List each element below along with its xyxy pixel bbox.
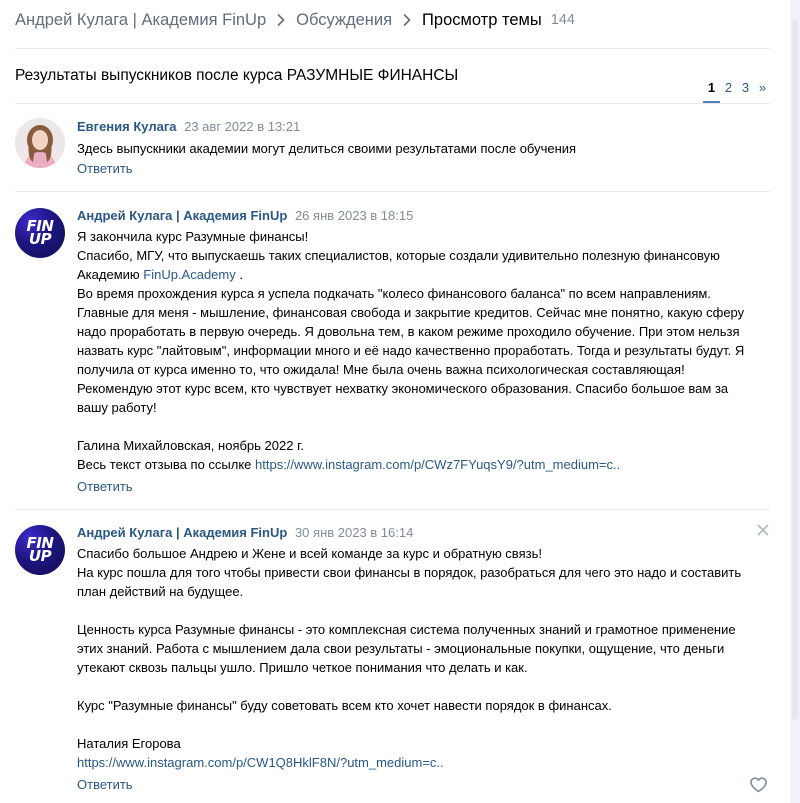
scrollbar-thumb[interactable] (792, 20, 798, 720)
post-text-line: назвать курс "лайтовым", информации мног… (77, 343, 745, 358)
divider (15, 191, 770, 192)
post-date[interactable]: 23 авг 2022 в 13:21 (184, 119, 300, 134)
divider (15, 103, 770, 104)
post-text-line: Главные для меня - мышление, финансовая … (77, 305, 745, 320)
post-text-line: Курс "Разумные финансы" буду советовать … (77, 698, 612, 713)
topic-panel: Андрей Кулага | Академия FinUp Обсуждени… (0, 0, 790, 803)
text-fragment: Весь текст отзыва по ссылке (77, 457, 256, 472)
finup-logo: FIN UP (26, 534, 54, 565)
post-author[interactable]: Евгения Кулага (77, 119, 176, 134)
text-fragment: . (235, 267, 243, 282)
instagram-link[interactable]: https://www.instagram.com/p/CW1Q8HklF8N/… (77, 753, 767, 772)
post-text: Спасибо большое Андрею и Жене и всей ком… (77, 544, 767, 772)
breadcrumb: Андрей Кулага | Академия FinUp Обсуждени… (15, 8, 575, 32)
post-text-line: Академию FinUp.Academy . (77, 265, 767, 284)
post-text: Я закончила курс Разумные финансы! Спаси… (77, 227, 767, 474)
post-header: Андрей Кулага | Академия FinUp 30 янв 20… (77, 525, 413, 540)
instagram-link[interactable]: https://www.instagram.com/p/CWz7FYuqsY9/… (255, 457, 620, 472)
post-text-line: Спасибо большое Андрею и Жене и всей ком… (77, 546, 542, 561)
post-date[interactable]: 26 янв 2023 в 18:15 (295, 208, 413, 223)
page-3[interactable]: 3 (737, 79, 754, 103)
breadcrumb-current: Просмотр темы (422, 10, 542, 29)
page-2[interactable]: 2 (720, 79, 737, 103)
chevron-right-icon (277, 14, 285, 26)
chevron-right-icon (403, 14, 411, 26)
post-text-line: надо проработать в первую очередь. Я дов… (77, 324, 740, 339)
page-1[interactable]: 1 (703, 79, 720, 103)
post-text: Здесь выпускники академии могут делиться… (77, 139, 767, 158)
post-author[interactable]: Андрей Кулага | Академия FinUp (77, 208, 287, 223)
post-text-line: На курс пошла для того чтобы привести св… (77, 565, 742, 580)
breadcrumb-community-link[interactable]: Андрей Кулага | Академия FinUp (15, 11, 266, 30)
post-text-line: Рекомендую этот курс всем, кто чувствует… (77, 381, 729, 396)
post-text-line: план действий на будущее. (77, 584, 244, 599)
avatar[interactable]: FIN UP (15, 208, 65, 258)
post-text-line: получила от курса именно то, что ожидала… (77, 362, 685, 377)
pagination: 1 2 3 » (703, 79, 771, 103)
post-text-line: Я закончила курс Разумные финансы! (77, 229, 309, 244)
post-author[interactable]: Андрей Кулага | Академия FinUp (77, 525, 287, 540)
avatar[interactable] (15, 118, 65, 168)
post-text-line: Ценность курса Разумные финансы - это ко… (77, 622, 736, 637)
finup-academy-link[interactable]: FinUp.Academy (143, 267, 235, 282)
reply-button[interactable]: Ответить (77, 777, 133, 792)
post-text-line: Весь текст отзыва по ссылке https://www.… (77, 455, 767, 474)
post-header: Евгения Кулага 23 авг 2022 в 13:21 (77, 119, 300, 134)
divider (15, 48, 770, 49)
reply-button[interactable]: Ответить (77, 161, 133, 176)
reply-button[interactable]: Ответить (77, 479, 133, 494)
post-text-line: Здесь выпускники академии могут делиться… (77, 141, 577, 156)
scrollbar[interactable] (790, 0, 800, 803)
avatar-photo (15, 118, 65, 168)
text-fragment: Академию (77, 267, 144, 282)
breadcrumb-discussions-link[interactable]: Обсуждения (296, 11, 392, 30)
post-text-line: Спасибо, МГУ, что выпускаешь таких специ… (77, 248, 720, 263)
post-text-line: Во время прохождения курса я успела подк… (77, 286, 711, 301)
post-text-line: этих знаний. Работа с мышлением дала сво… (77, 641, 725, 656)
post-date[interactable]: 30 янв 2023 в 16:14 (295, 525, 413, 540)
avatar[interactable]: FIN UP (15, 525, 65, 575)
posts-count: 144 (550, 12, 575, 28)
post-header: Андрей Кулага | Академия FinUp 26 янв 20… (77, 208, 413, 223)
heart-icon[interactable] (750, 777, 767, 793)
close-icon[interactable] (757, 524, 769, 536)
finup-logo: FIN UP (26, 217, 54, 248)
post-text-line: вашу работу! (77, 400, 157, 415)
post-text-line: Галина Михайловская, ноябрь 2022 г. (77, 438, 304, 453)
divider (15, 509, 770, 510)
topic-title: Результаты выпускников после курса РАЗУМ… (15, 67, 459, 84)
post-text-line: Наталия Егорова (77, 736, 181, 751)
post-text-line: утекают сквозь пальцы ушло. Пришло четко… (77, 660, 528, 675)
page-next[interactable]: » (754, 79, 771, 103)
